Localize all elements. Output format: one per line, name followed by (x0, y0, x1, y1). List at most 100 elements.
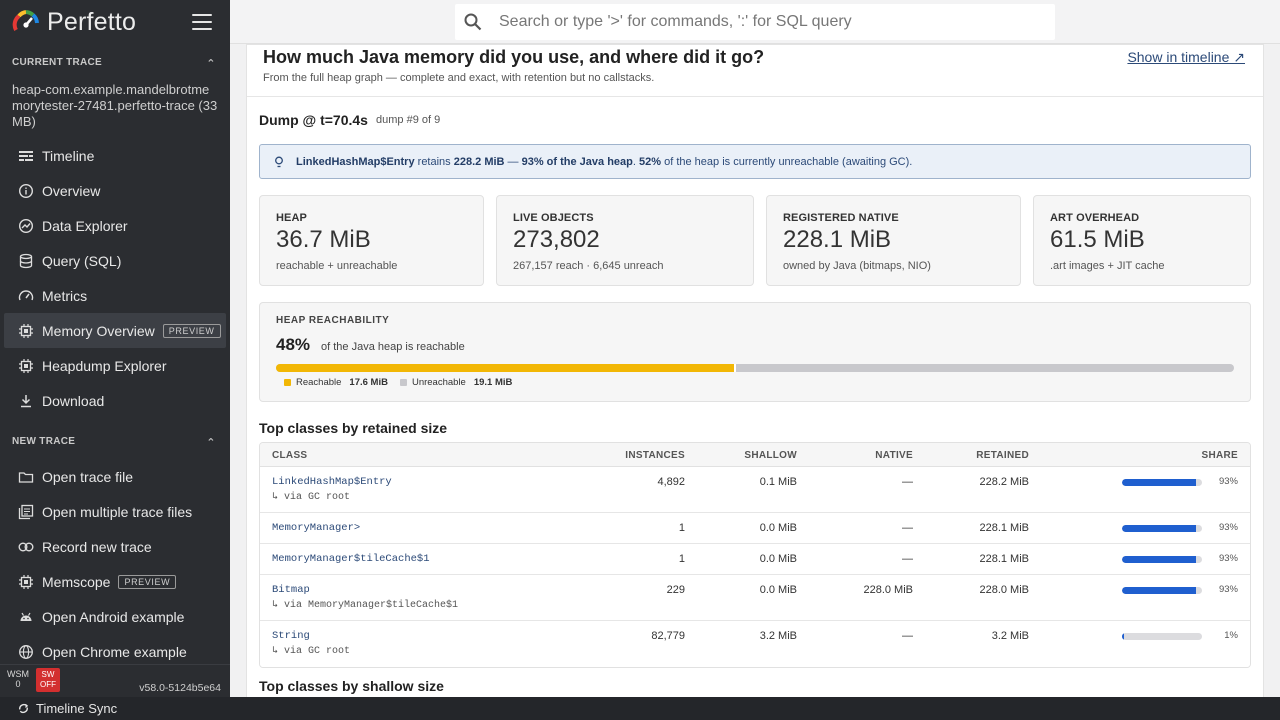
show-in-timeline-link[interactable]: Show in timeline ↗ (1127, 49, 1245, 66)
insight-retained: 228.2 MiB (453, 155, 505, 168)
sidebar-item-download[interactable]: Download (4, 383, 226, 418)
chart-icon (18, 218, 34, 234)
share-bar-fill (1122, 525, 1197, 532)
wsm-indicator: WSM 0 (7, 669, 29, 689)
sidebar-item-label: Download (42, 392, 105, 409)
share-bar (1122, 587, 1202, 594)
new-trace-header[interactable]: NEW TRACE ⌄ (0, 423, 230, 459)
instances-cell: 4,892 (657, 476, 685, 488)
info-icon (18, 183, 34, 199)
col-class[interactable]: CLASS (272, 450, 307, 461)
table-row[interactable]: MemoryManager$tileCache$1 1 0.0 MiB — 228.1 … (260, 544, 1250, 575)
sidebar-item-timeline[interactable]: Timeline (4, 138, 226, 173)
chevron-up-icon: ⌄ (206, 434, 216, 447)
share-bar (1122, 479, 1202, 486)
lightbulb-icon (275, 156, 283, 167)
shallow-cell: 0.0 MiB (759, 522, 797, 534)
share-percent: 93% (1218, 476, 1238, 487)
sidebar-footer: WSM 0 SW OFF v58.0-5124b5e64 (0, 664, 230, 697)
table-row[interactable]: MemoryManager> 1 0.0 MiB — 228.1 MiB 93% (260, 513, 1250, 544)
native-cell: — (902, 630, 913, 642)
native-cell: — (902, 553, 913, 565)
globe-icon (18, 644, 34, 660)
sidebar-item-label: Overview (42, 182, 101, 199)
sidebar-item-open-multiple-trace-files[interactable]: Open multiple trace files (4, 494, 226, 529)
native-cell: — (902, 522, 913, 534)
table-header: CLASS INSTANCES SHALLOW NATIVE RETAINED … (260, 443, 1250, 467)
sidebar-item-open-trace-file[interactable]: Open trace file (4, 459, 226, 494)
instances-cell: 1 (678, 522, 685, 534)
col-instances[interactable]: INSTANCES (625, 450, 685, 461)
sidebar-item-memory-overview[interactable]: Memory Overview PREVIEW (4, 313, 226, 348)
col-share[interactable]: SHARE (1201, 450, 1238, 461)
insight-class: LinkedHashMap$Entry (296, 155, 415, 168)
class-name-link[interactable]: LinkedHashMap$Entry (272, 476, 392, 488)
download-icon (18, 393, 34, 409)
insight-pct-heap: 93% of the Java heap (521, 155, 633, 168)
retained-cell: 228.1 MiB (979, 522, 1029, 534)
sidebar-item-open-android-example[interactable]: Open Android example (4, 599, 226, 634)
table-row[interactable]: Bitmap ↳ via MemoryManager$tileCache$1 229… (260, 575, 1250, 621)
stat-card-heap: HEAP 36.7 MiB reachable + unreachable (259, 195, 484, 286)
col-shallow[interactable]: SHALLOW (744, 450, 797, 461)
table-row[interactable]: String ↳ via GC root 82,779 3.2 MiB — 3.2 MiB… (260, 621, 1250, 667)
share-percent: 93% (1218, 553, 1238, 564)
sidebar-item-heapdump-explorer[interactable]: Heapdump Explorer (4, 348, 226, 383)
menu-toggle-button[interactable] (192, 14, 212, 30)
sidebar-item-label: Open Android example (42, 608, 185, 625)
class-name-link[interactable]: MemoryManager> (272, 522, 360, 534)
instances-cell: 229 (666, 584, 685, 596)
service-worker-toggle[interactable]: SW OFF (36, 668, 60, 692)
shallow-table-title: Top classes by shallow size (259, 678, 444, 694)
bottom-bar[interactable]: Timeline Sync (0, 697, 1280, 720)
record-icon (18, 539, 34, 555)
reachability-bar (276, 364, 1234, 372)
sidebar-item-record-new-trace[interactable]: Record new trace (4, 529, 226, 564)
sidebar-item-memscope[interactable]: Memscope PREVIEW (4, 564, 226, 599)
retained-cell: 228.1 MiB (979, 553, 1029, 565)
timeline-sync-label: Timeline Sync (36, 701, 118, 716)
class-name-link[interactable]: Bitmap (272, 584, 310, 596)
col-retained[interactable]: RETAINED (976, 450, 1029, 461)
sidebar-item-label: Open trace file (42, 468, 134, 485)
sidebar: Perfetto CURRENT TRACE ⌄ heap-com.exampl… (0, 0, 230, 697)
shallow-cell: 0.0 MiB (759, 584, 797, 596)
heap-reachability-panel: HEAP REACHABILITY 48% of the Java heap i… (259, 302, 1251, 402)
share-bar (1122, 633, 1202, 640)
sidebar-item-overview[interactable]: Overview (4, 173, 226, 208)
retention-path: ↳ via MemoryManager$tileCache$1 (272, 600, 459, 611)
share-bar (1122, 556, 1202, 563)
sidebar-item-label: Record new trace (42, 538, 152, 555)
instances-cell: 82,779 (651, 630, 685, 642)
unreachable-swatch (399, 379, 407, 386)
retention-path: ↳ via GC root (272, 492, 351, 503)
folder-icon (18, 469, 34, 485)
class-name-link[interactable]: String (272, 630, 310, 642)
search-input[interactable] (499, 13, 1019, 31)
shallow-cell: 3.2 MiB (759, 630, 797, 642)
topbar (230, 0, 1280, 44)
reachability-bar-fill (276, 364, 736, 372)
sidebar-item-data-explorer[interactable]: Data Explorer (4, 208, 226, 243)
preview-badge: PREVIEW (118, 574, 177, 589)
sidebar-item-query-sql[interactable]: Query (SQL) (4, 243, 226, 278)
memory-chip-icon (18, 574, 34, 590)
main-content: How much Java memory did you use, and wh… (230, 44, 1280, 697)
class-name-link[interactable]: MemoryManager$tileCache$1 (272, 553, 430, 565)
table-row[interactable]: LinkedHashMap$Entry ↳ via GC root 4,892 0.1… (260, 467, 1250, 513)
current-trace-header[interactable]: CURRENT TRACE ⌄ (0, 44, 230, 80)
share-bar-fill (1122, 479, 1197, 486)
sidebar-item-label: Timeline (42, 147, 95, 164)
omnibox[interactable] (455, 4, 1055, 40)
sync-icon (19, 703, 29, 714)
col-native[interactable]: NATIVE (875, 450, 913, 461)
sidebar-item-label: Open multiple trace files (42, 503, 193, 520)
sidebar-item-metrics[interactable]: Metrics (4, 278, 226, 313)
instances-cell: 1 (678, 553, 685, 565)
reachable-swatch (284, 379, 291, 386)
retention-path: ↳ via GC root (272, 646, 351, 657)
sidebar-item-label: Open Chrome example (42, 643, 187, 660)
retained-table-title: Top classes by retained size (259, 420, 448, 436)
timeline-icon (18, 148, 34, 164)
share-percent: 93% (1218, 522, 1238, 533)
